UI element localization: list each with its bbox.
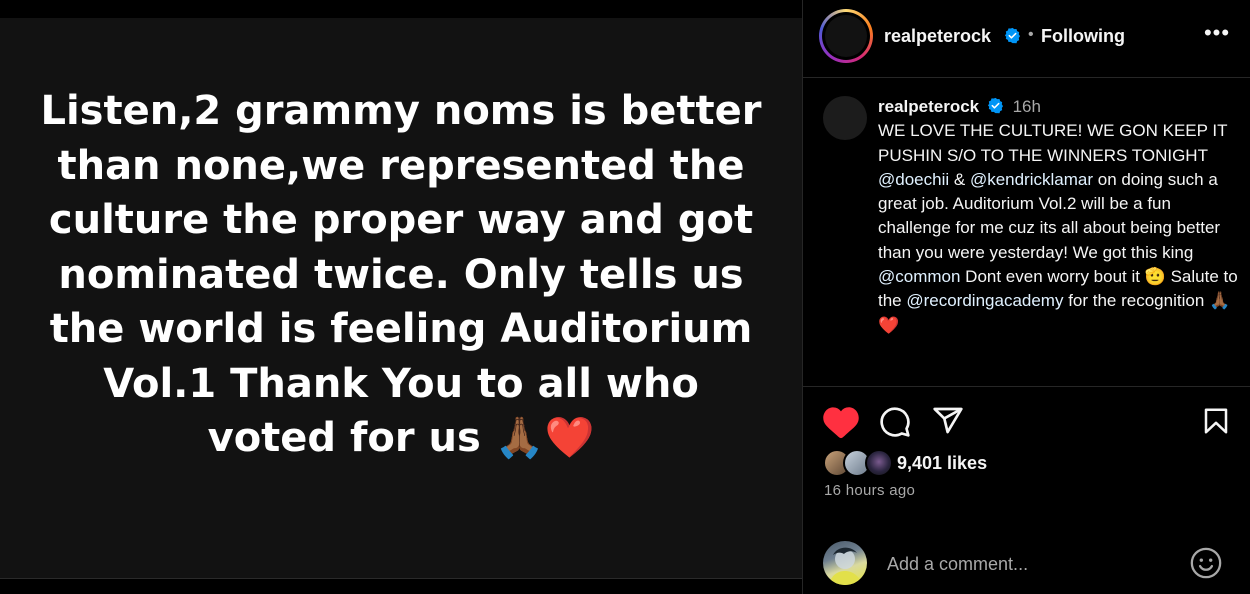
avatar — [865, 449, 893, 477]
caption-timestamp[interactable]: 16h — [1013, 97, 1041, 116]
bookmark-icon[interactable] — [1201, 405, 1231, 437]
caption-avatar[interactable] — [823, 96, 867, 140]
post-image-emoji: 🙏🏾❤️ — [494, 415, 595, 461]
more-options-icon[interactable]: ••• — [1203, 22, 1231, 50]
caption-text: WE LOVE THE CULTURE! WE GON KEEP IT PUSH… — [878, 121, 1228, 165]
author-username[interactable]: realpeterock — [884, 26, 991, 47]
mention-link[interactable]: @common — [878, 267, 960, 286]
post-timestamp[interactable]: 16 hours ago — [824, 482, 915, 499]
following-button[interactable]: Following — [1041, 26, 1125, 47]
avatar — [823, 541, 867, 585]
author-avatar[interactable] — [819, 9, 873, 63]
mention-link[interactable]: @doechii — [878, 170, 949, 189]
post-side-panel: realpeterock • Following ••• realpeteroc… — [802, 0, 1250, 594]
mention-link[interactable]: @kendricklamar — [970, 170, 1093, 189]
post-image-message: Listen,2 grammy noms is better than none… — [40, 88, 762, 461]
post-media[interactable]: Listen,2 grammy noms is better than none… — [0, 0, 802, 594]
likes-count[interactable]: 9,401 likes — [897, 453, 987, 474]
heart-icon[interactable] — [823, 405, 859, 439]
mention-link[interactable]: @recordingacademy — [906, 291, 1063, 310]
caption-body: realpeterock 16h WE LOVE THE CULTURE! WE… — [878, 95, 1238, 338]
header-separator: • — [1028, 26, 1034, 43]
caption-section: realpeterock 16h WE LOVE THE CULTURE! WE… — [803, 78, 1250, 387]
emoji-icon[interactable] — [1189, 546, 1223, 580]
post-image[interactable]: Listen,2 grammy noms is better than none… — [0, 18, 802, 579]
post-header: realpeterock • Following ••• — [803, 0, 1250, 78]
verified-icon — [1004, 27, 1021, 44]
comment-bar — [803, 536, 1250, 594]
post-image-text: Listen,2 grammy noms is better than none… — [40, 84, 762, 466]
share-icon[interactable] — [932, 405, 964, 437]
caption-text: & — [949, 169, 970, 189]
comment-icon[interactable] — [879, 406, 911, 438]
comment-input[interactable] — [885, 550, 1169, 578]
verified-icon — [987, 97, 1003, 114]
caption-username[interactable]: realpeterock — [878, 97, 979, 116]
